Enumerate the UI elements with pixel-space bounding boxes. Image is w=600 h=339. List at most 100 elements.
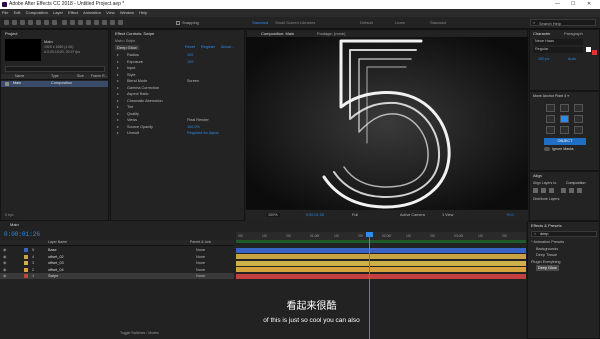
- layer-duration-bar[interactable]: [236, 254, 526, 259]
- layer-duration-bar[interactable]: [236, 267, 526, 272]
- visibility-eye-icon[interactable]: ◉: [3, 247, 6, 253]
- layer-row[interactable]: ◉ 2 offset_04 None: [0, 267, 234, 273]
- anchor-point-cell[interactable]: [560, 104, 569, 112]
- effects-tree-item[interactable]: Deep Glow: [536, 265, 559, 271]
- effect-param-row[interactable]: ▸ Unmult Required for Alpha: [115, 130, 243, 136]
- snapping-checkbox[interactable]: [176, 21, 180, 25]
- label-color-swatch[interactable]: [24, 254, 28, 259]
- effect-register[interactable]: Register: [201, 45, 215, 49]
- label-color-swatch[interactable]: [24, 274, 28, 278]
- leading-value[interactable]: Auto: [568, 57, 576, 61]
- menu-file[interactable]: File: [2, 10, 8, 15]
- views-dropdown[interactable]: 1 View: [442, 213, 453, 217]
- exposure-value[interactable]: +0.0: [506, 213, 514, 217]
- rectangle-tool-icon[interactable]: [62, 20, 67, 25]
- toggle-switches-modes[interactable]: Toggle Switches / Modes: [120, 331, 159, 335]
- effects-search-input[interactable]: ⌕ deep: [531, 231, 597, 237]
- comp-viewport[interactable]: [246, 37, 528, 209]
- project-item-main[interactable]: Main Composition: [1, 81, 108, 87]
- twirl-arrow-icon[interactable]: ▸: [117, 124, 119, 130]
- menu-animation[interactable]: Animation: [83, 10, 101, 15]
- anchor-grid[interactable]: [546, 104, 584, 134]
- workspace-standard[interactable]: Standard: [252, 20, 268, 25]
- pan-behind-tool-icon[interactable]: [52, 20, 57, 25]
- twirl-arrow-icon[interactable]: ▸: [117, 111, 119, 117]
- twirl-arrow-icon[interactable]: ▸: [117, 91, 119, 97]
- effect-param-row[interactable]: ▸ Input: [115, 65, 243, 71]
- layer-row[interactable]: ◉ 5 Base None: [0, 247, 234, 253]
- workspace-learn[interactable]: Learn: [395, 20, 405, 25]
- eraser-tool-icon[interactable]: [102, 20, 107, 25]
- effects-tree-item[interactable]: Backgrounds: [536, 246, 558, 252]
- ignore-masks-toggle[interactable]: [544, 147, 550, 151]
- effect-param-row[interactable]: ▸ Radius 100: [115, 52, 243, 58]
- effect-param-row[interactable]: ▸ Source Opacity 100.0%: [115, 124, 243, 130]
- tab-effect-controls[interactable]: Effect Controls: Swipe: [115, 30, 154, 37]
- camera-dropdown[interactable]: Active Camera: [400, 213, 425, 217]
- layer-duration-bar[interactable]: [236, 260, 526, 266]
- workspace-libraries[interactable]: Libraries: [300, 20, 315, 25]
- roto-brush-icon[interactable]: [110, 20, 115, 25]
- align-bottom-icon[interactable]: [577, 188, 582, 193]
- menu-view[interactable]: View: [106, 10, 115, 15]
- workspace-default[interactable]: Default: [360, 20, 373, 25]
- align-right-icon[interactable]: [549, 188, 554, 193]
- label-color-swatch[interactable]: [24, 261, 28, 265]
- twirl-arrow-icon[interactable]: ▸: [117, 130, 119, 136]
- search-help-field[interactable]: ⌕ Search Help: [530, 19, 596, 26]
- twirl-arrow-icon[interactable]: ▸: [117, 78, 119, 84]
- effect-reset[interactable]: Reset: [185, 45, 195, 49]
- anchor-point-cell[interactable]: [560, 115, 569, 123]
- effect-param-value[interactable]: Screen: [187, 78, 199, 84]
- twirl-arrow-icon[interactable]: ▸: [117, 65, 119, 71]
- puppet-tool-icon[interactable]: [118, 20, 123, 25]
- effect-param-row[interactable]: ▸ Aspect Ratio: [115, 91, 243, 97]
- visibility-eye-icon[interactable]: ◉: [3, 267, 6, 273]
- twirl-arrow-icon[interactable]: ▸: [117, 59, 119, 65]
- label-color-swatch[interactable]: [24, 248, 28, 252]
- layer-name[interactable]: offset_04: [48, 267, 64, 273]
- zoom-tool-icon[interactable]: [28, 20, 33, 25]
- object-button[interactable]: OBJECT: [544, 138, 586, 145]
- camera-tool-icon[interactable]: [44, 20, 49, 25]
- hand-tool-icon[interactable]: [20, 20, 25, 25]
- col-type[interactable]: Type: [51, 74, 59, 78]
- effect-param-row[interactable]: ▸ Gamma Correction: [115, 85, 243, 91]
- effects-tree-item[interactable]: * Animation Presets: [531, 239, 564, 245]
- menu-window[interactable]: Window: [120, 10, 134, 15]
- effect-param-row[interactable]: ▸ Style: [115, 72, 243, 78]
- work-area-bar[interactable]: [236, 240, 526, 243]
- workspace-standard-alt[interactable]: Standard: [430, 20, 446, 25]
- anchor-point-cell[interactable]: [546, 126, 555, 134]
- effect-param-value[interactable]: 100: [187, 52, 193, 58]
- effect-name[interactable]: Deep Glow: [115, 45, 139, 50]
- clone-tool-icon[interactable]: [94, 20, 99, 25]
- pen-tool-icon[interactable]: [70, 20, 75, 25]
- bit-depth[interactable]: 8 bpc: [5, 213, 14, 217]
- label-color-swatch[interactable]: [24, 267, 28, 272]
- menu-layer[interactable]: Layer: [53, 10, 63, 15]
- twirl-arrow-icon[interactable]: ▸: [117, 104, 119, 110]
- menu-help[interactable]: Help: [139, 10, 147, 15]
- timeline-timecode[interactable]: 0:00:01:26: [4, 231, 40, 238]
- rotate-tool-icon[interactable]: [36, 20, 41, 25]
- align-left-icon[interactable]: [533, 188, 538, 193]
- minimize-button[interactable]: —: [555, 0, 560, 9]
- home-icon[interactable]: [4, 20, 9, 25]
- twirl-arrow-icon[interactable]: ▸: [117, 72, 119, 78]
- selection-tool-icon[interactable]: [12, 20, 17, 25]
- align-top-icon[interactable]: [561, 188, 566, 193]
- menu-edit[interactable]: Edit: [14, 10, 21, 15]
- close-button[interactable]: ✕: [587, 0, 591, 9]
- col-size[interactable]: Size: [77, 74, 84, 78]
- tab-project[interactable]: Project: [5, 30, 17, 37]
- twirl-arrow-icon[interactable]: ▸: [117, 117, 119, 123]
- font-size-value[interactable]: 100 px: [538, 57, 549, 61]
- effect-param-value[interactable]: 100: [187, 59, 193, 65]
- effect-header-row[interactable]: Deep Glow Reset Register About...: [115, 45, 243, 51]
- col-parent[interactable]: Parent & Link: [190, 240, 211, 244]
- twirl-arrow-icon[interactable]: ▸: [117, 85, 119, 91]
- align-hcenter-icon[interactable]: [541, 188, 546, 193]
- parent-dropdown[interactable]: None: [196, 254, 205, 260]
- effect-param-value[interactable]: 100.0%: [187, 124, 200, 130]
